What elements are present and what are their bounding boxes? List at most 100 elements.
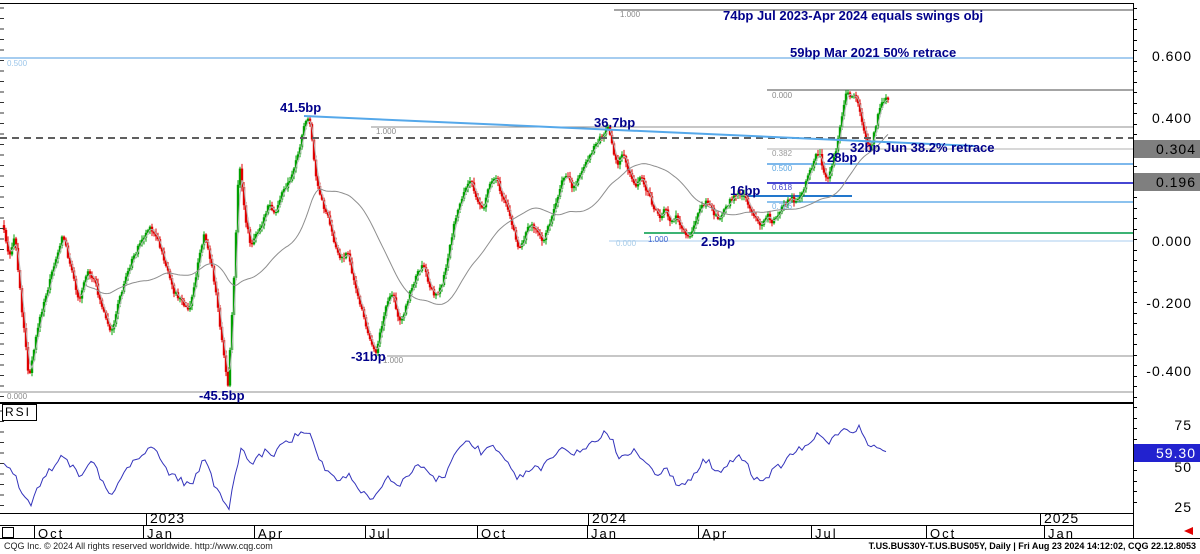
price-axis-tick: [1133, 208, 1137, 209]
year-cell-tick: [146, 514, 147, 525]
level-2-5bp[interactable]: 2.5bp: [701, 234, 735, 249]
price-axis-tick: [1133, 82, 1137, 83]
price-axis-label: -0.400: [1134, 363, 1192, 379]
price-axis-tick: [1133, 19, 1137, 20]
date-axis-month: Jan: [147, 526, 174, 541]
price-axis-tick: [1133, 29, 1137, 30]
level-28bp[interactable]: 28bp: [827, 150, 857, 165]
month-cell-tick: [811, 526, 812, 538]
price-axis-tick: [1133, 344, 1137, 345]
price-axis-tick: [1133, 334, 1137, 335]
level-neg-45-5bp[interactable]: -45.5bp: [199, 388, 245, 403]
price-axis-tick: [1133, 166, 1137, 167]
price-axis-tick: [1133, 92, 1137, 93]
price-axis-tick: [1133, 8, 1137, 9]
fib-level-label: 0.000: [772, 92, 792, 100]
fib-level-label: 0.000: [616, 240, 636, 248]
price-axis-label: 0.400: [1134, 110, 1192, 126]
copyright-text: CQG Inc. © 2024 All rights reserved worl…: [4, 541, 273, 551]
rsi-value-badge: 59.30: [1134, 444, 1200, 462]
price-axis-tick: [1133, 197, 1137, 198]
fib-level-label: 0.500: [772, 165, 792, 173]
price-axis-tick: [1133, 103, 1137, 104]
rsi-study-label[interactable]: RSI: [2, 404, 37, 421]
price-axis-tick: [1133, 271, 1137, 272]
price-axis-tick: [1133, 71, 1137, 72]
date-axis-year: 2024: [592, 510, 627, 526]
price-axis-tick: [1133, 439, 1137, 440]
level-neg-31bp[interactable]: -31bp: [351, 349, 386, 364]
price-chart-canvas[interactable]: [0, 0, 1133, 403]
date-axis-corner-button[interactable]: [2, 527, 14, 538]
rsi-left-ticks: [0, 411, 4, 506]
swings-objective-note[interactable]: 74bp Jul 2023-Apr 2024 equals swings obj: [723, 8, 983, 23]
month-cell-tick: [365, 526, 366, 538]
month-cell-tick: [1044, 526, 1045, 538]
retrace-50-note[interactable]: 59bp Mar 2021 50% retrace: [790, 45, 956, 60]
fib-level-label: 0.786: [772, 203, 792, 211]
rsi-axis-label: 75: [1134, 417, 1192, 433]
retrace-38-2-note[interactable]: 32bp Jun 38.2% retrace: [850, 140, 995, 155]
date-axis-month: Jul: [369, 526, 392, 541]
price-axis-label: 0.600: [1134, 48, 1192, 64]
price-axis-tick: [1133, 40, 1137, 41]
level-36-7bp[interactable]: 36.7bp: [594, 115, 635, 130]
month-cell-tick: [143, 526, 144, 538]
fib-level-label: 0.382: [772, 150, 792, 158]
price-axis-tick: [1133, 292, 1137, 293]
date-axis-year: 2023: [150, 510, 185, 526]
price-axis-label: 0.000: [1134, 233, 1192, 249]
symbol-timestamp-text: T.US.BUS30Y-T.US.BUS05Y, Daily | Fri Aug…: [869, 541, 1196, 551]
date-axis-month: Jul: [815, 526, 838, 541]
price-axis-tick: [1133, 491, 1137, 492]
month-cell-tick: [254, 526, 255, 538]
date-axis-month: Oct: [930, 526, 956, 541]
month-cell-tick: [477, 526, 478, 538]
fib-lines-layer: [0, 10, 1133, 392]
date-axis-month: Oct: [481, 526, 507, 541]
date-axis-month: Jan: [1048, 526, 1075, 541]
month-cell-tick: [587, 526, 588, 538]
date-axis-month: Oct: [38, 526, 64, 541]
candles-layer: [3, 90, 889, 387]
level-41-5bp[interactable]: 41.5bp: [280, 100, 321, 115]
price-axis-tick: [1133, 397, 1137, 398]
rsi-chart-canvas[interactable]: [0, 403, 1133, 513]
price-axis-tick: [1133, 281, 1137, 282]
price-axis-tick: [1133, 323, 1137, 324]
level-16bp[interactable]: 16bp: [730, 183, 760, 198]
fib-level-label: 1.000: [376, 128, 396, 136]
price-axis-tick: [1133, 355, 1137, 356]
left-axis-ticks: [0, 8, 4, 397]
fib-level-label: 0.618: [772, 184, 792, 192]
fib-level-label: 0.500: [7, 60, 27, 68]
fib-level-label: 1.000: [648, 236, 668, 244]
price-axis-tick: [1133, 250, 1137, 251]
fib-level-label: 1.000: [620, 11, 640, 19]
price-highlight-badge: 0.304: [1134, 140, 1200, 158]
month-cell-tick: [698, 526, 699, 538]
price-axis-tick: [1133, 134, 1137, 135]
fib-level-label: 0.000: [7, 393, 27, 401]
price-axis-tick: [1133, 407, 1137, 408]
year-cell-tick: [588, 514, 589, 525]
date-axis-month: Apr: [702, 526, 728, 541]
price-axis-tick: [1133, 313, 1137, 314]
date-axis-month: Jan: [591, 526, 618, 541]
fib-level-label: 1.000: [383, 357, 403, 365]
month-cell-tick: [34, 526, 35, 538]
rsi-axis-label: 25: [1134, 499, 1192, 515]
price-axis-tick: [1133, 218, 1137, 219]
date-axis-year: 2025: [1044, 510, 1079, 526]
month-cell-tick: [926, 526, 927, 538]
cqg-chart-window: RSI 0.6000.4000.000-0.200-0.4000.3040.19…: [0, 0, 1200, 554]
year-cell-tick: [1040, 514, 1041, 525]
price-axis-tick: [1133, 481, 1137, 482]
rsi-line: [4, 425, 886, 509]
price-axis-tick: [1133, 386, 1137, 387]
price-highlight-badge: 0.196: [1134, 173, 1200, 191]
scroll-left-arrow-icon[interactable]: [1184, 527, 1193, 535]
date-axis-month: Apr: [258, 526, 284, 541]
price-axis-tick: [1133, 229, 1137, 230]
price-axis-tick: [1133, 260, 1137, 261]
